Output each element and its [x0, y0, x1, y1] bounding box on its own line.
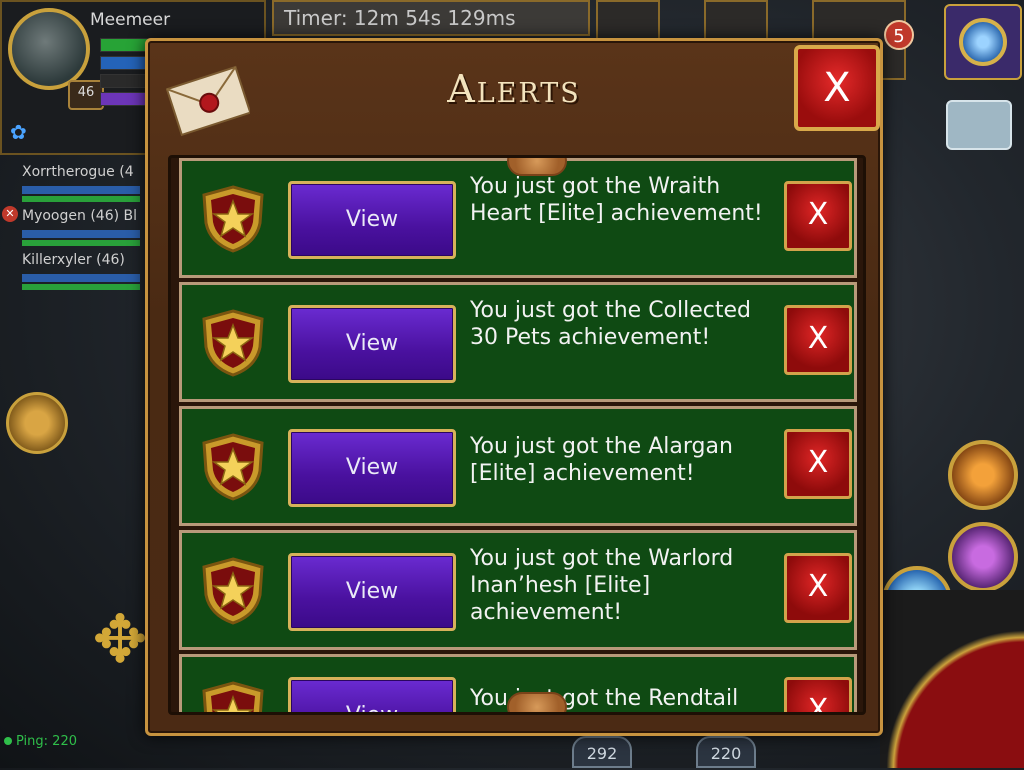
party-member[interactable]: Killerxyler (46) — [0, 252, 150, 294]
view-button[interactable]: View — [288, 429, 456, 507]
potion-count[interactable]: 220 — [696, 736, 756, 768]
alert-message: You just got the Warlord Inan’hesh [Elit… — [470, 546, 734, 625]
alert-row: View You just got the Warlord Inan’hesh … — [179, 530, 857, 650]
party-member-health — [22, 240, 140, 246]
pet-paw-icon[interactable]: ✿ — [10, 120, 27, 144]
party-member-mana — [22, 186, 140, 194]
view-button[interactable]: View — [288, 677, 456, 712]
view-button[interactable]: View — [288, 305, 456, 383]
player-level: 46 — [68, 80, 104, 110]
ping-indicator: Ping: 220 — [4, 734, 77, 749]
chat-bubble-icon[interactable] — [946, 100, 1012, 150]
view-button[interactable]: View — [288, 181, 456, 259]
dismiss-alert-button[interactable]: X — [784, 181, 852, 251]
alerts-dialog: Alerts X View You just got the Wraith He… — [145, 38, 883, 736]
party-member-mana — [22, 230, 140, 238]
party-dead-icon: ✕ — [2, 206, 18, 222]
view-button[interactable]: View — [288, 553, 456, 631]
party-member-health — [22, 196, 140, 202]
scroll-down-arrow-icon[interactable] — [507, 692, 567, 712]
ping-text: Ping: 220 — [16, 734, 77, 749]
party-member-mana — [22, 274, 140, 282]
scroll-up-arrow-icon[interactable] — [507, 158, 567, 176]
pet-skill-button[interactable] — [948, 440, 1018, 510]
party-member-health — [22, 284, 140, 290]
emote-button[interactable] — [6, 392, 68, 454]
party-member[interactable]: Myoogen (46) Bl — [0, 208, 150, 250]
alert-message: You just got the Wraith Heart [Elite] ac… — [470, 174, 763, 226]
dismiss-alert-button[interactable]: X — [784, 305, 852, 375]
dismiss-alert-button[interactable]: X — [784, 553, 852, 623]
dismiss-alert-button[interactable]: X — [784, 677, 852, 712]
compass-icon — [959, 18, 1007, 66]
skill-button[interactable] — [948, 522, 1018, 592]
map-compass-button[interactable] — [944, 4, 1022, 80]
close-dialog-button[interactable]: X — [794, 45, 880, 131]
player-portrait[interactable] — [8, 8, 90, 90]
achievement-shield-icon — [202, 185, 264, 253]
alert-message: You just got the Alargan [Elite] achieve… — [470, 434, 733, 486]
alert-message: You just got the Collected 30 Pets achie… — [470, 298, 751, 350]
notification-badge: 5 — [884, 20, 914, 50]
potion-count[interactable]: 292 — [572, 736, 632, 768]
party-member-name: Myoogen (46) Bl — [22, 208, 138, 224]
dismiss-alert-button[interactable]: X — [784, 429, 852, 499]
alert-row: View You just got the Wraith Heart [Elit… — [179, 158, 857, 278]
achievement-shield-icon — [202, 557, 264, 625]
player-name: Meemeer — [90, 10, 171, 30]
alerts-list[interactable]: View You just got the Wraith Heart [Elit… — [168, 155, 866, 715]
alert-row: View You just got the Collected 30 Pets … — [179, 282, 857, 402]
achievement-shield-icon — [202, 681, 264, 712]
dialog-title: Alerts — [447, 67, 581, 111]
achievement-shield-icon — [202, 309, 264, 377]
achievement-shield-icon — [202, 433, 264, 501]
party-member-name: Xorrtherogue (4 — [22, 164, 134, 180]
attack-button[interactable] — [880, 590, 1024, 768]
party-member[interactable]: Xorrtherogue (4 — [0, 164, 150, 206]
alert-row: View You just got the Alargan [Elite] ac… — [179, 406, 857, 526]
timer-display: Timer: 12m 54s 129ms — [272, 0, 590, 36]
party-member-name: Killerxyler (46) — [22, 252, 125, 268]
